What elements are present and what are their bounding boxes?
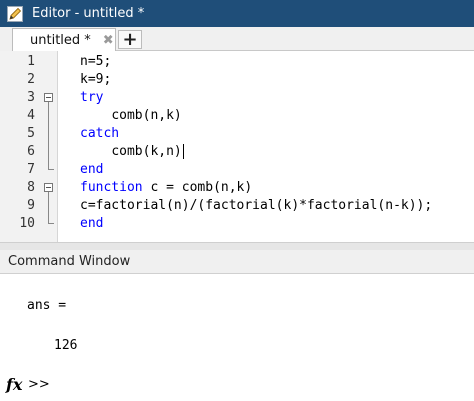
editor-tab-bar: untitled * ✖ +: [0, 27, 474, 51]
line-number: 1: [27, 54, 35, 69]
code-line: comb(k,n): [111, 144, 184, 159]
add-tab-button[interactable]: +: [118, 30, 142, 49]
text-cursor: [182, 144, 184, 159]
code-line: comb(n,k): [111, 108, 182, 123]
code-line: n=5;: [80, 54, 112, 69]
command-prompt: >>: [28, 377, 50, 392]
command-window[interactable]: ans = 126 fx >>: [0, 274, 474, 401]
fold-end-marker: [48, 223, 54, 224]
fx-icon[interactable]: fx: [6, 375, 22, 394]
code-line: function c = comb(n,k): [80, 180, 253, 195]
line-number: 3: [27, 90, 35, 105]
line-number: 9: [27, 198, 35, 213]
fold-guide: [48, 192, 49, 223]
line-number-gutter: 1 2 3 4 5 6 7 8 9 10: [0, 51, 58, 242]
close-icon[interactable]: ✖: [103, 33, 114, 48]
code-editor[interactable]: 1 2 3 4 5 6 7 8 9 10 n=5; k=9; try comb(…: [0, 51, 474, 242]
line-number: 8: [27, 180, 35, 195]
line-number: 6: [27, 144, 35, 159]
tab-bar-left-edge: [0, 27, 12, 51]
fold-guide: [48, 102, 49, 169]
fold-toggle-try[interactable]: [44, 93, 53, 102]
line-number: 5: [27, 126, 35, 141]
tab-untitled[interactable]: untitled * ✖: [12, 28, 116, 51]
command-window-title: Command Window: [8, 254, 131, 269]
output-ans-label: ans =: [27, 298, 67, 313]
fold-end-marker: [48, 169, 54, 170]
editor-splitter[interactable]: [0, 242, 474, 250]
tab-label: untitled *: [30, 32, 91, 48]
window-title: Editor - untitled *: [32, 6, 145, 21]
command-window-header: Command Window: [0, 250, 474, 274]
code-line: k=9;: [80, 72, 112, 87]
code-line: c=factorial(n)/(factorial(k)*factorial(n…: [80, 198, 433, 213]
fold-toggle-function[interactable]: [44, 183, 53, 192]
line-number: 7: [27, 162, 35, 177]
line-number: 10: [19, 216, 35, 231]
code-line: try: [80, 90, 104, 105]
editor-title-bar: Editor - untitled *: [0, 0, 474, 27]
line-number: 4: [27, 108, 35, 123]
output-value: 126: [54, 338, 78, 353]
code-line: end: [80, 216, 104, 231]
line-number: 2: [27, 72, 35, 87]
code-line: end: [80, 162, 104, 177]
code-line: catch: [80, 126, 120, 141]
editor-pencil-icon: [6, 5, 24, 23]
